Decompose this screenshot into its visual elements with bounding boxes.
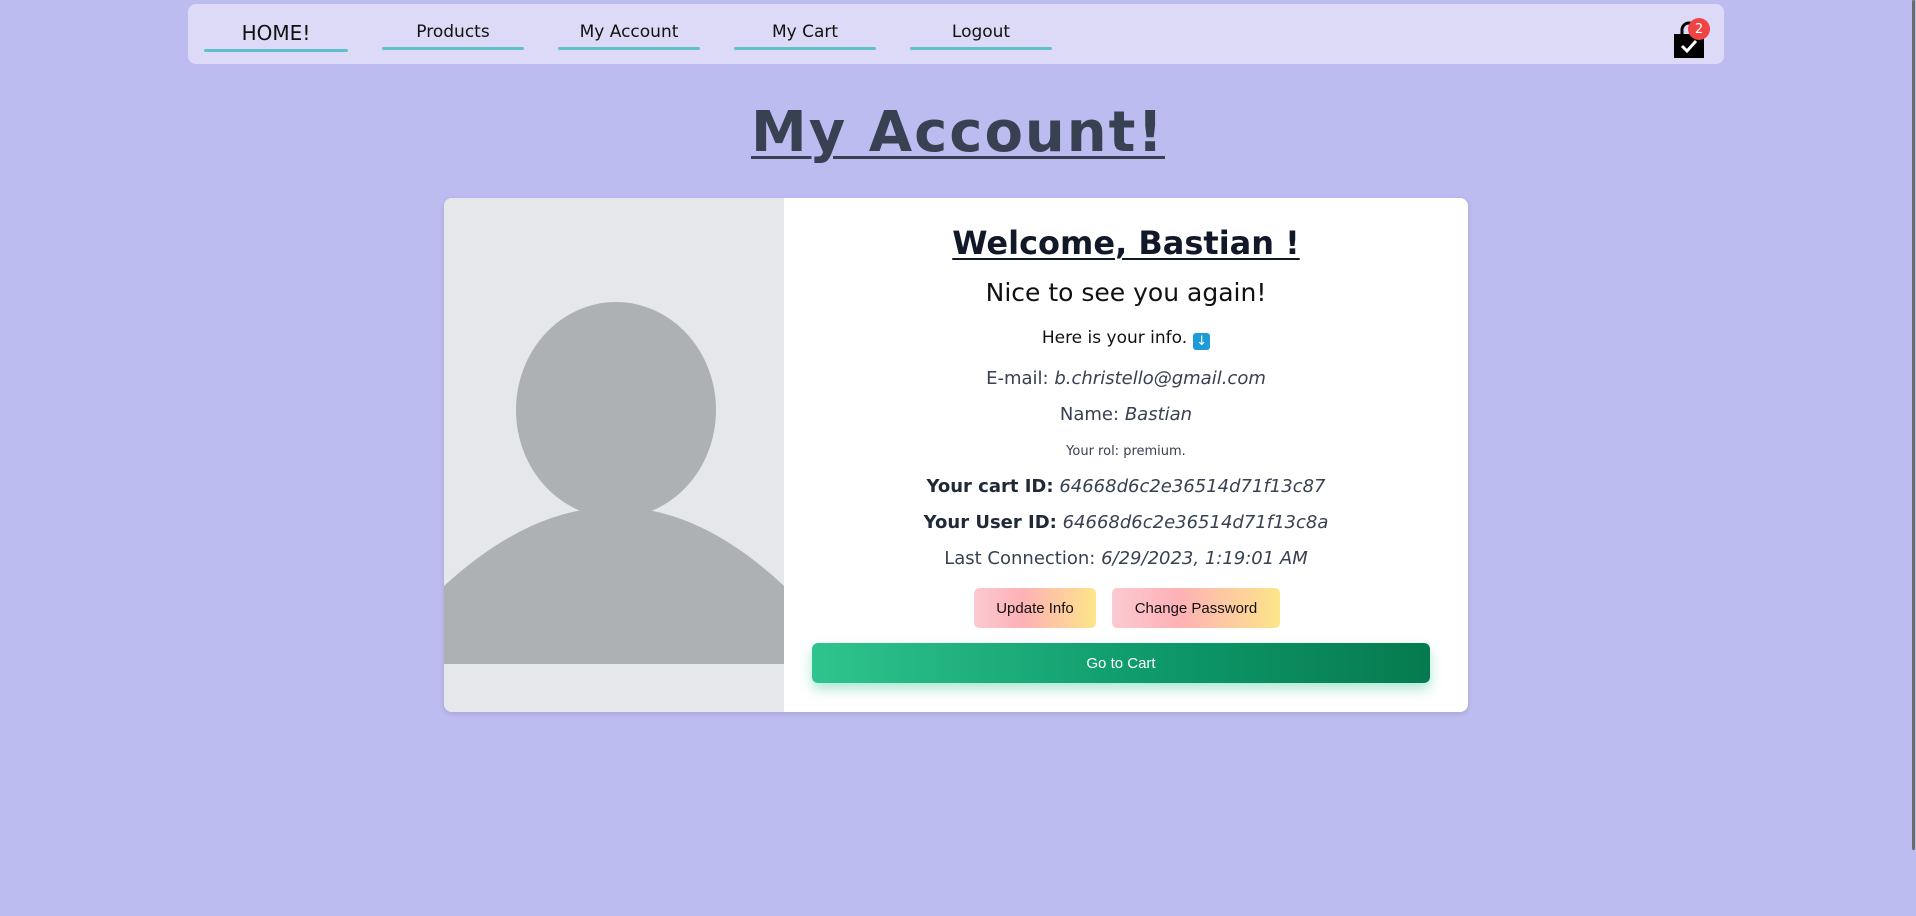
cart-id-label: Your cart ID:: [926, 476, 1054, 497]
info-intro-label: Here is your info.: [1041, 328, 1188, 348]
change-password-button[interactable]: Change Password: [1112, 588, 1280, 628]
account-info: Welcome, Bastian ! Nice to see you again…: [784, 198, 1468, 712]
nav-my-cart-link[interactable]: My Cart: [734, 22, 876, 50]
nav-logout-link[interactable]: Logout: [910, 22, 1052, 50]
name-value: Bastian: [1124, 404, 1193, 425]
name-row: Name: Bastian: [784, 404, 1468, 425]
avatar-panel: [444, 198, 784, 712]
cart-id-value: 64668d6c2e36514d71f13c87: [1059, 476, 1326, 497]
last-connection-value: 6/29/2023, 1:19:01 AM: [1101, 548, 1308, 569]
nav-home-link[interactable]: HOME!: [204, 21, 348, 52]
user-id-value: 64668d6c2e36514d71f13c8a: [1062, 512, 1329, 533]
greeting-text: Nice to see you again!: [985, 278, 1267, 307]
scrollbar-thumb[interactable]: [1912, 0, 1915, 850]
cart-count-badge: 2: [1688, 18, 1710, 40]
last-connection-row: Last Connection: 6/29/2023, 1:19:01 AM: [784, 548, 1468, 569]
page-scrollbar[interactable]: [1911, 0, 1916, 916]
email-value: b.christello@gmail.com: [1054, 368, 1266, 389]
cart-id-row: Your cart ID: 64668d6c2e36514d71f13c87: [784, 476, 1468, 497]
account-card: Welcome, Bastian ! Nice to see you again…: [444, 198, 1468, 712]
navbar: HOME! Products My Account My Cart Logout…: [188, 4, 1724, 64]
go-to-cart-button[interactable]: Go to Cart: [812, 643, 1430, 683]
name-label: Name:: [1059, 404, 1120, 425]
down-arrow-icon: ↓: [1193, 333, 1211, 350]
email-label: E-mail:: [986, 368, 1049, 389]
update-info-button[interactable]: Update Info: [974, 588, 1096, 628]
nav-my-account-link[interactable]: My Account: [558, 22, 700, 50]
page-title: My Account!: [751, 100, 1165, 165]
role-text: Your rol: premium.: [1066, 444, 1186, 459]
user-id-row: Your User ID: 64668d6c2e36514d71f13c8a: [784, 512, 1468, 533]
cart-button[interactable]: 2: [1672, 18, 1710, 60]
info-intro: Here is your info. ↓: [784, 328, 1468, 350]
user-id-label: Your User ID:: [923, 512, 1057, 533]
email-row: E-mail: b.christello@gmail.com: [784, 368, 1468, 389]
last-connection-label: Last Connection:: [944, 548, 1096, 569]
nav-products-link[interactable]: Products: [382, 22, 524, 50]
welcome-heading: Welcome, Bastian !: [952, 224, 1300, 262]
user-placeholder-icon: [444, 302, 784, 664]
